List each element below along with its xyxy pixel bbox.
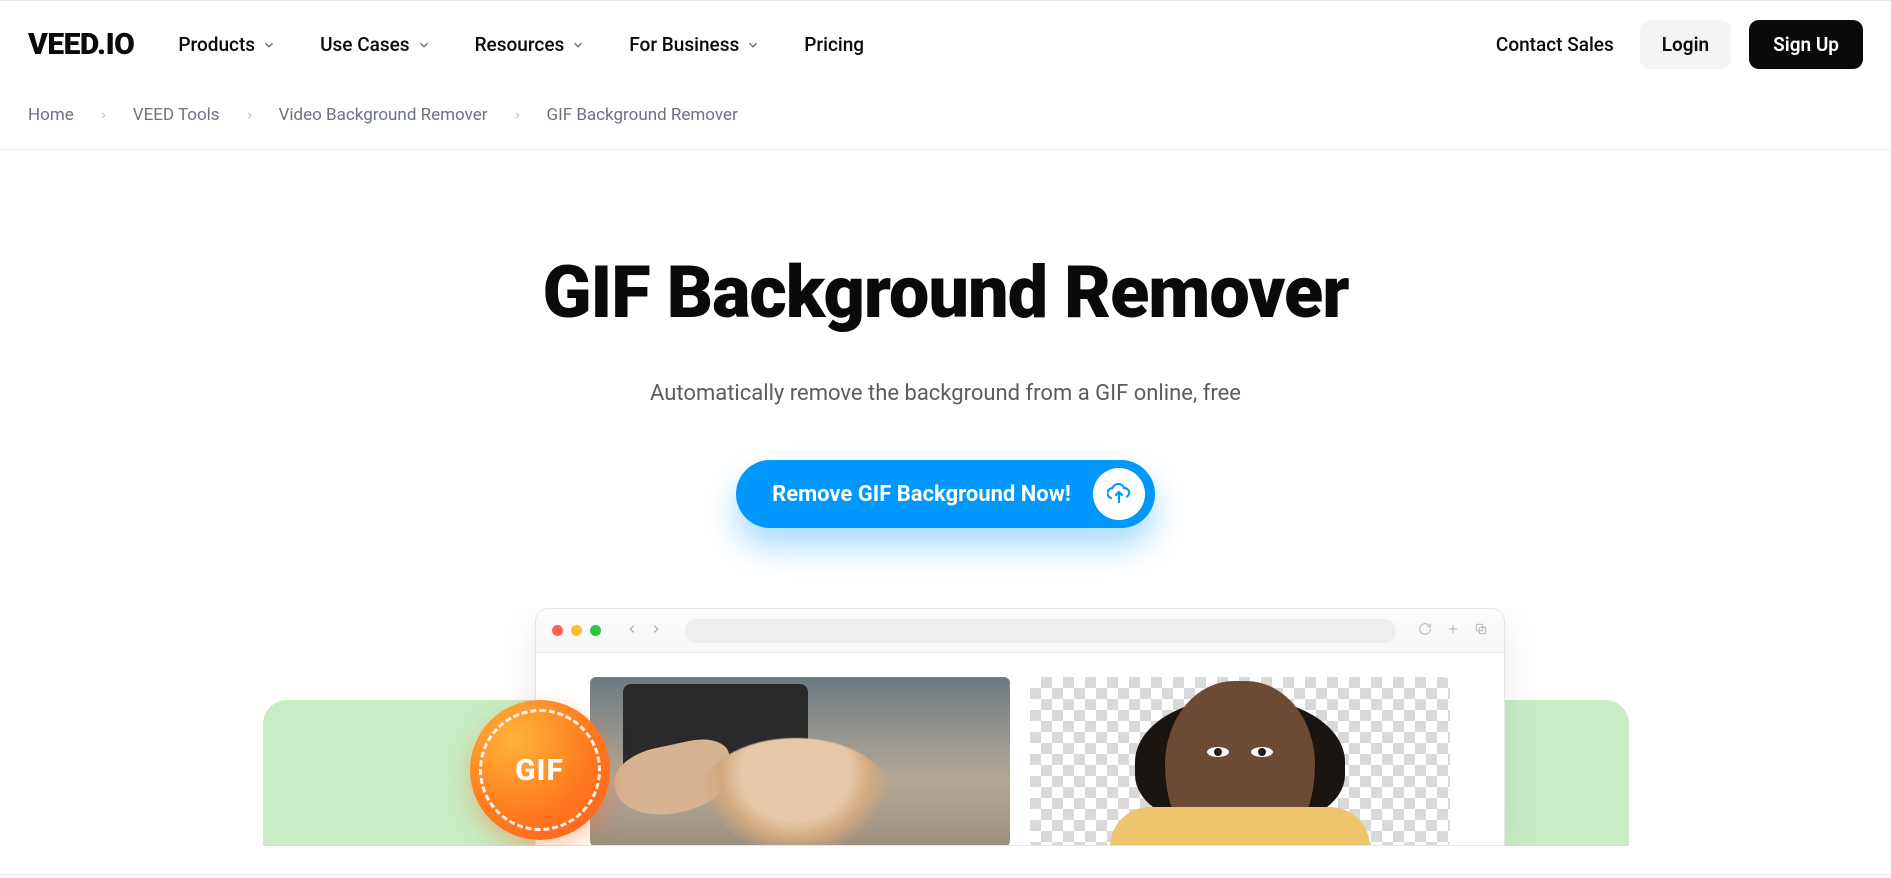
- hero: GIF Background Remover Automatically rem…: [0, 150, 1891, 846]
- zoom-dot-icon: [590, 625, 601, 636]
- before-image: [590, 677, 1010, 846]
- plus-icon: [1446, 621, 1460, 640]
- after-image-transparent: [1030, 677, 1450, 846]
- nav-item-resources[interactable]: Resources: [475, 33, 586, 56]
- chevron-down-icon: [746, 38, 760, 52]
- breadcrumb: Home VEED Tools Video Background Remover…: [0, 91, 1891, 150]
- nav-item-for-business[interactable]: For Business: [629, 33, 760, 56]
- dashed-ring-icon: [479, 709, 601, 831]
- minimize-dot-icon: [571, 625, 582, 636]
- gif-badge: GIF: [470, 700, 610, 840]
- nav-item-pricing[interactable]: Pricing: [804, 33, 864, 56]
- login-button[interactable]: Login: [1640, 20, 1731, 69]
- nav-label: Products: [178, 33, 255, 56]
- chevron-right-icon: [512, 110, 523, 121]
- signup-button[interactable]: Sign Up: [1749, 20, 1863, 69]
- chevron-left-icon: [625, 621, 639, 640]
- mock-browser-window: [535, 608, 1505, 846]
- nav-item-use-cases[interactable]: Use Cases: [320, 33, 431, 56]
- page-subtitle: Automatically remove the background from…: [0, 381, 1891, 406]
- brand-logo[interactable]: VEED.IO: [28, 27, 134, 62]
- refresh-icon: [1418, 621, 1432, 640]
- upload-icon: [1093, 468, 1145, 520]
- contact-sales-link[interactable]: Contact Sales: [1488, 23, 1622, 66]
- chevron-down-icon: [417, 38, 431, 52]
- primary-nav: Products Use Cases Resources For Busines…: [178, 33, 1488, 56]
- chevron-right-icon: [244, 110, 255, 121]
- nav-label: Resources: [475, 33, 565, 56]
- browser-toolbar: [536, 609, 1504, 653]
- site-header: VEED.IO Products Use Cases Resources For…: [0, 2, 1891, 91]
- copy-icon: [1474, 621, 1488, 640]
- breadcrumb-veed-tools[interactable]: VEED Tools: [133, 105, 220, 125]
- cta-label: Remove GIF Background Now!: [772, 482, 1071, 507]
- remove-background-button[interactable]: Remove GIF Background Now!: [736, 460, 1155, 528]
- nav-label: Pricing: [804, 33, 864, 56]
- address-bar: [685, 619, 1396, 643]
- breadcrumb-home[interactable]: Home: [28, 105, 74, 125]
- window-controls: [552, 625, 601, 636]
- chevron-right-icon: [98, 110, 109, 121]
- breadcrumb-current: GIF Background Remover: [547, 105, 738, 125]
- browser-body: [536, 653, 1504, 846]
- header-actions: Contact Sales Login Sign Up: [1488, 20, 1863, 69]
- chevron-down-icon: [571, 38, 585, 52]
- nav-item-products[interactable]: Products: [178, 33, 276, 56]
- close-dot-icon: [552, 625, 563, 636]
- page-title: GIF Background Remover: [0, 250, 1891, 335]
- breadcrumb-video-bg-remover[interactable]: Video Background Remover: [279, 105, 488, 125]
- chevron-down-icon: [262, 38, 276, 52]
- nav-label: Use Cases: [320, 33, 410, 56]
- hero-illustration: GIF: [263, 608, 1629, 846]
- chevron-right-icon: [649, 621, 663, 640]
- nav-label: For Business: [629, 33, 739, 56]
